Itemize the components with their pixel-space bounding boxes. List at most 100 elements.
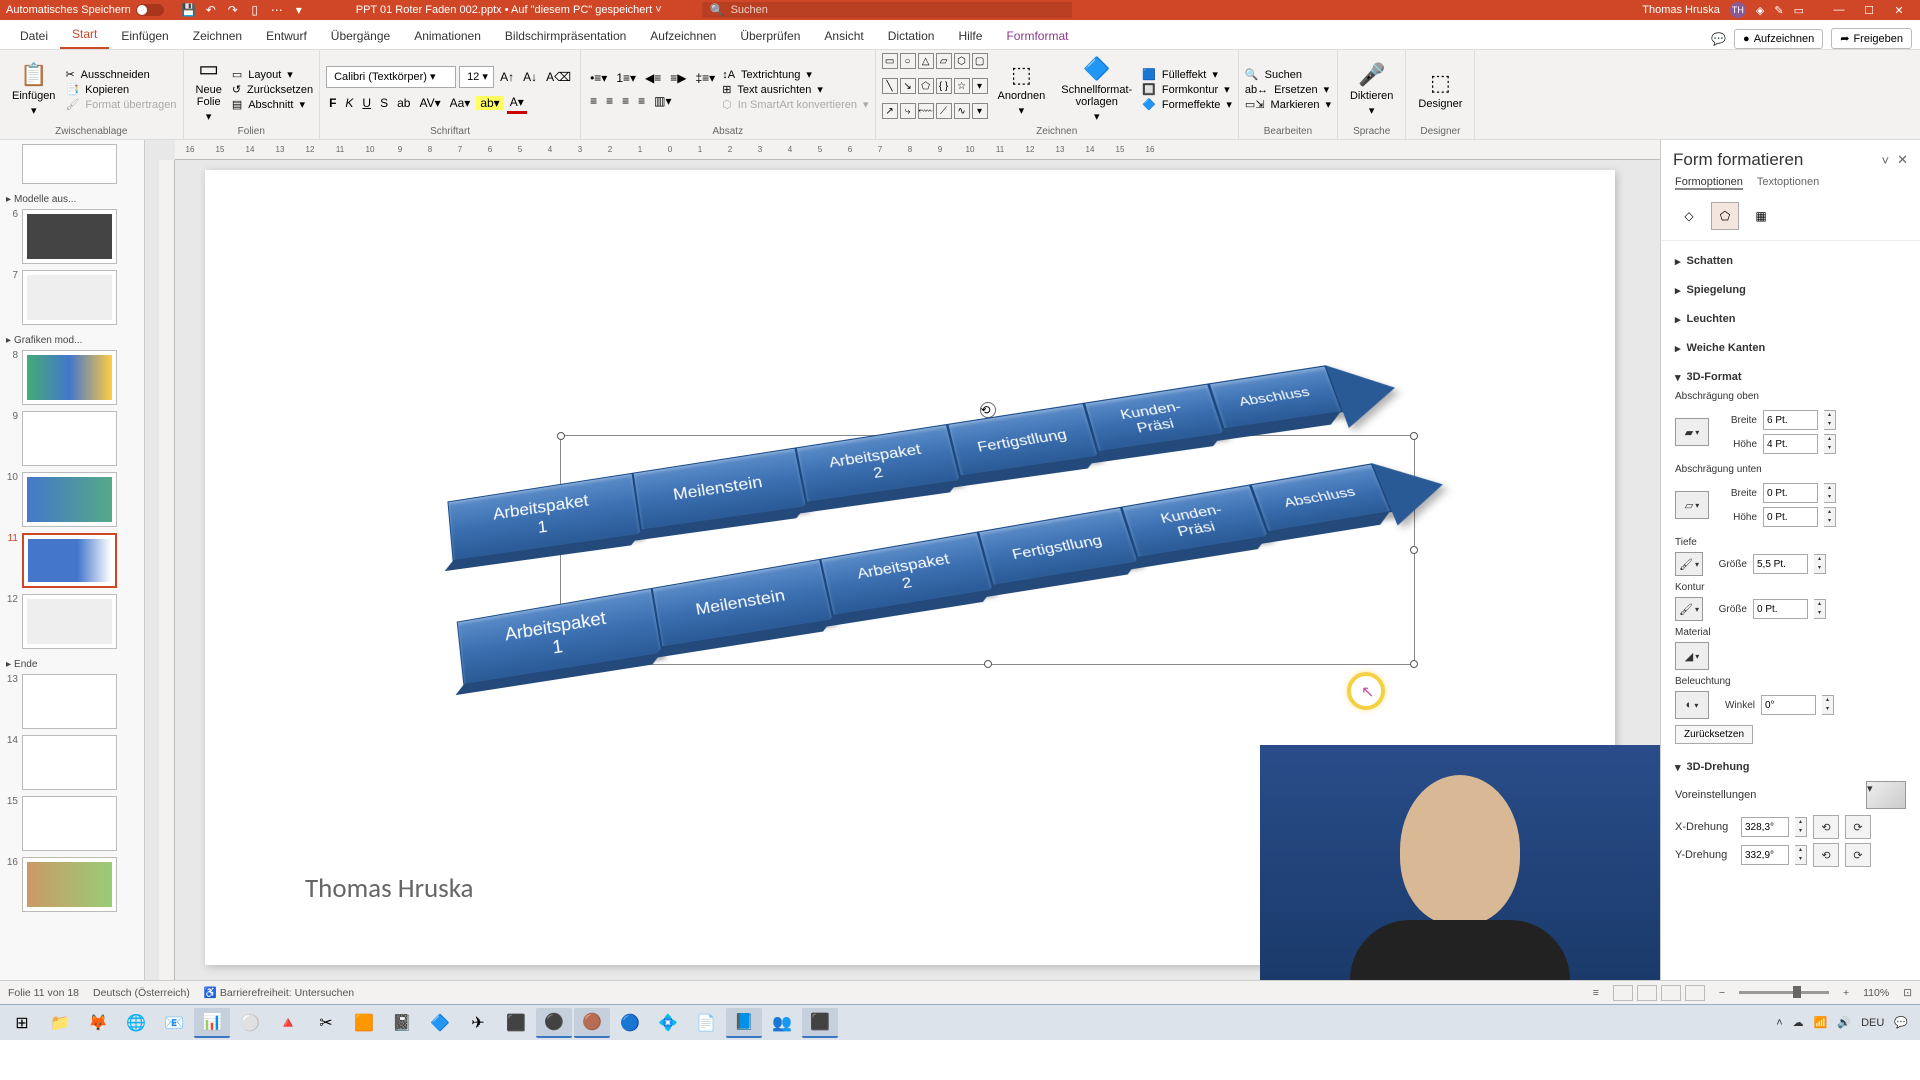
section-grafiken[interactable]: ▸ Grafiken mod... [4,331,140,350]
pane-close-icon[interactable]: ✕ [1897,152,1908,168]
slideshow-icon[interactable]: ▯ [248,3,262,17]
spacing-icon[interactable]: AV▾ [416,94,443,112]
app-icon[interactable]: ⚪ [232,1008,268,1038]
ribbon-mode-icon[interactable]: ▭ [1794,4,1804,17]
outdent-icon[interactable]: ◀≡ [642,69,664,87]
rotate-left-icon[interactable]: ⟲ [1813,815,1839,839]
section-button[interactable]: ▤ Abschnitt ▾ [232,98,313,111]
designer-button[interactable]: ⬚Designer [1412,53,1468,126]
paste-button[interactable]: 📋Einfügen▾ [6,53,61,126]
grow-font-icon[interactable]: A↑ [497,68,517,86]
word-icon[interactable]: 📘 [726,1008,762,1038]
contour-size[interactable] [1753,599,1808,619]
material-preset[interactable]: ◢▾ [1675,642,1709,670]
onenote-icon[interactable]: 📓 [384,1008,420,1038]
tab-hilfe[interactable]: Hilfe [946,23,994,49]
tab-uebergaenge[interactable]: Übergänge [319,23,402,49]
lighting-angle[interactable] [1761,695,1816,715]
bold-icon[interactable]: F [326,94,339,112]
spiegelung-header[interactable]: ▸ Spiegelung [1675,281,1906,300]
pane-collapse-icon[interactable]: ˅ [1882,153,1890,168]
document-title[interactable]: PPT 01 Roter Faden 002.pptx • Auf "diese… [356,4,662,16]
formkontur-button[interactable]: 🔲 Formkontur ▾ [1142,83,1232,96]
obs-icon[interactable]: ⚫ [536,1008,572,1038]
font-size-select[interactable]: 12 ▾ [459,66,494,88]
rotate-up-icon[interactable]: ⟲ [1813,843,1839,867]
font-family-select[interactable]: Calibri (Textkörper) ▾ [326,66,456,88]
redo-icon[interactable]: ↷ [226,3,240,17]
section-modelle[interactable]: ▸ Modelle aus... [4,190,140,209]
bevel-bottom-height[interactable] [1763,507,1818,527]
strike-icon[interactable]: S [377,94,391,112]
tray-volume-icon[interactable]: 🔊 [1837,1016,1851,1029]
spinner[interactable]: ▴▾ [1824,483,1836,503]
search-box[interactable]: 🔍 [702,2,1072,18]
tab-entwurf[interactable]: Entwurf [254,23,319,49]
vscode-icon[interactable]: 🔷 [422,1008,458,1038]
thumb-13[interactable] [22,674,117,729]
chrome-icon[interactable]: 🌐 [118,1008,154,1038]
tray-notifications-icon[interactable]: 💬 [1894,1016,1908,1029]
minimize-icon[interactable]: — [1824,4,1854,17]
bevel-top-height[interactable] [1763,434,1818,454]
telegram-icon[interactable]: ✈ [460,1008,496,1038]
start-menu-icon[interactable]: ⊞ [4,1008,40,1038]
rotation-preset[interactable]: ▾ [1866,781,1906,809]
user-name[interactable]: Thomas Hruska [1642,4,1720,16]
app-icon[interactable]: 🟧 [346,1008,382,1038]
contour-color[interactable]: 🖌▾ [1675,597,1703,621]
tab-zeichnen[interactable]: Zeichnen [181,23,254,49]
thumb-14[interactable] [22,735,117,790]
bevel-top-width[interactable] [1763,410,1818,430]
bevel-bottom-width[interactable] [1763,483,1818,503]
thumb-15[interactable] [22,796,117,851]
anordnen-button[interactable]: ⬚Anordnen▾ [992,53,1052,126]
indent-icon[interactable]: ≡▶ [667,69,689,87]
tab-ueberpruefen[interactable]: Überprüfen [728,23,812,49]
maximize-icon[interactable]: ☐ [1854,4,1884,17]
thumb-6[interactable] [22,209,117,264]
zoom-in-icon[interactable]: + [1843,987,1849,999]
align-text-button[interactable]: ⊞ Text ausrichten ▾ [722,83,868,96]
search-input[interactable] [731,4,1064,16]
copy-button[interactable]: 📑 Kopieren [65,83,176,96]
3d-drehung-header[interactable]: ▾ 3D-Drehung [1675,758,1906,777]
resize-handle-se[interactable] [1410,660,1418,668]
thumb-9[interactable] [22,411,117,466]
formoptionen-tab[interactable]: Formoptionen [1675,176,1743,190]
thumb-10[interactable] [22,472,117,527]
highlight-icon[interactable]: ab▾ [476,96,503,110]
schatten-header[interactable]: ▸ Schatten [1675,252,1906,271]
autosave-toggle[interactable]: Automatisches Speichern [6,4,164,16]
reset-3d-button[interactable]: Zurücksetzen [1675,725,1753,744]
tab-formformat[interactable]: Formformat [994,23,1080,49]
thumb-16[interactable] [22,857,117,912]
explorer-icon[interactable]: 📁 [42,1008,78,1038]
thumbnail-panel[interactable]: ▸ Modelle aus... 6 7 ▸ Grafiken mod... 8… [0,140,145,980]
snip-icon[interactable]: ✂ [308,1008,344,1038]
slideshow-view-icon[interactable] [1685,985,1705,1001]
tray-cloud-icon[interactable]: ☁ [1793,1016,1804,1029]
slide-counter[interactable]: Folie 11 von 18 [8,987,79,999]
canvas-area[interactable]: 1615141312111098765432101234567891011121… [145,140,1660,980]
app-icon[interactable]: 🟤 [574,1008,610,1038]
app-icon[interactable]: 🔵 [612,1008,648,1038]
new-slide-button[interactable]: ▭Neue Folie▾ [190,53,228,126]
vlc-icon[interactable]: 🔺 [270,1008,306,1038]
notes-button[interactable]: ≡ [1593,987,1599,999]
spinner[interactable]: ▴▾ [1824,434,1836,454]
normal-view-icon[interactable] [1613,985,1633,1001]
shrink-font-icon[interactable]: A↓ [520,68,540,86]
leuchten-header[interactable]: ▸ Leuchten [1675,310,1906,329]
align-center-icon[interactable]: ≡ [603,92,616,110]
app-icon[interactable]: ⬛ [498,1008,534,1038]
diktieren-button[interactable]: 🎤Diktieren▾ [1344,53,1399,126]
rotate-handle[interactable]: ⟲ [980,402,996,418]
thumb-7[interactable] [22,270,117,325]
linespacing-icon[interactable]: ‡≡▾ [692,69,718,87]
zoom-level[interactable]: 110% [1863,987,1889,999]
reading-view-icon[interactable] [1661,985,1681,1001]
spinner[interactable]: ▴▾ [1824,410,1836,430]
tab-animationen[interactable]: Animationen [402,23,493,49]
zoom-slider[interactable] [1739,991,1829,994]
